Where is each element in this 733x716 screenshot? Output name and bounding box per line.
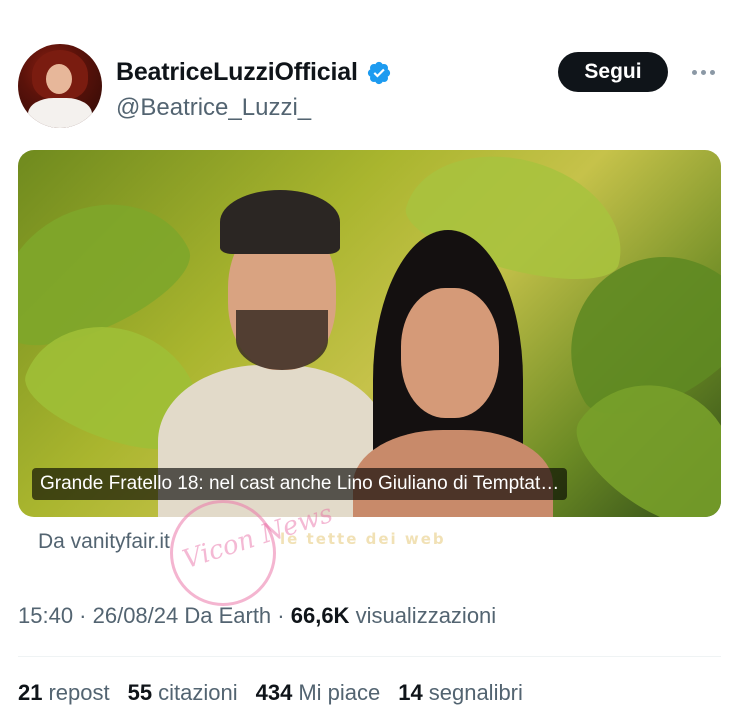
more-options-icon[interactable] (688, 58, 718, 86)
tweet-meta: 15:40 · 26/08/24 Da Earth · 66,6K visual… (18, 603, 496, 629)
avatar-face (46, 64, 72, 94)
watermark-strip-text: le tette dei web (280, 530, 446, 548)
stat-label: Mi piace (298, 680, 381, 705)
divider (18, 656, 721, 657)
more-dot (700, 69, 706, 75)
link-preview-card[interactable]: Grande Fratello 18: nel cast anche Lino … (18, 150, 721, 517)
tweet-header: BeatriceLuzziOfficial @Beatrice_Luzzi_ S… (18, 44, 718, 136)
author-handle[interactable]: @Beatrice_Luzzi_ (116, 94, 311, 122)
views-count: 66,6K (290, 603, 350, 628)
woman-face (401, 288, 499, 418)
stat-reposts[interactable]: 21 repost (18, 680, 110, 706)
avatar-dress (28, 98, 92, 128)
engagement-stats: 21 repost 55 citazioni 434 Mi piace 14 segna… (18, 680, 523, 706)
author-display-name[interactable]: BeatriceLuzziOfficial (116, 58, 358, 87)
man-hair (220, 190, 340, 254)
man-beard (236, 310, 328, 370)
stat-quotes[interactable]: 55 citazioni (128, 680, 238, 706)
stat-count: 21 (18, 680, 43, 705)
follow-button[interactable]: Segui (558, 52, 668, 92)
stat-count: 14 (398, 680, 423, 705)
stat-count: 434 (255, 680, 293, 705)
link-headline[interactable]: Grande Fratello 18: nel cast anche Lino … (32, 468, 568, 500)
stat-label: citazioni (158, 680, 238, 705)
more-dot (691, 69, 697, 75)
stat-count: 55 (127, 680, 153, 705)
verified-badge-icon (367, 61, 390, 84)
stat-label: repost (48, 680, 110, 705)
more-dot (709, 69, 715, 75)
stat-likes[interactable]: 434 Mi piace (256, 680, 381, 706)
link-source[interactable]: Da vanityfair.it (38, 530, 170, 554)
views-label: visualizzazioni (349, 603, 497, 628)
author-name-row: BeatriceLuzziOfficial (116, 58, 392, 87)
stat-label: segnalibri (428, 680, 523, 705)
author-avatar[interactable] (18, 44, 102, 128)
stat-bookmarks[interactable]: 14 segnalibri (398, 680, 523, 706)
tweet-timestamp-source[interactable]: 15:40 · 26/08/24 Da Earth · (18, 603, 291, 628)
